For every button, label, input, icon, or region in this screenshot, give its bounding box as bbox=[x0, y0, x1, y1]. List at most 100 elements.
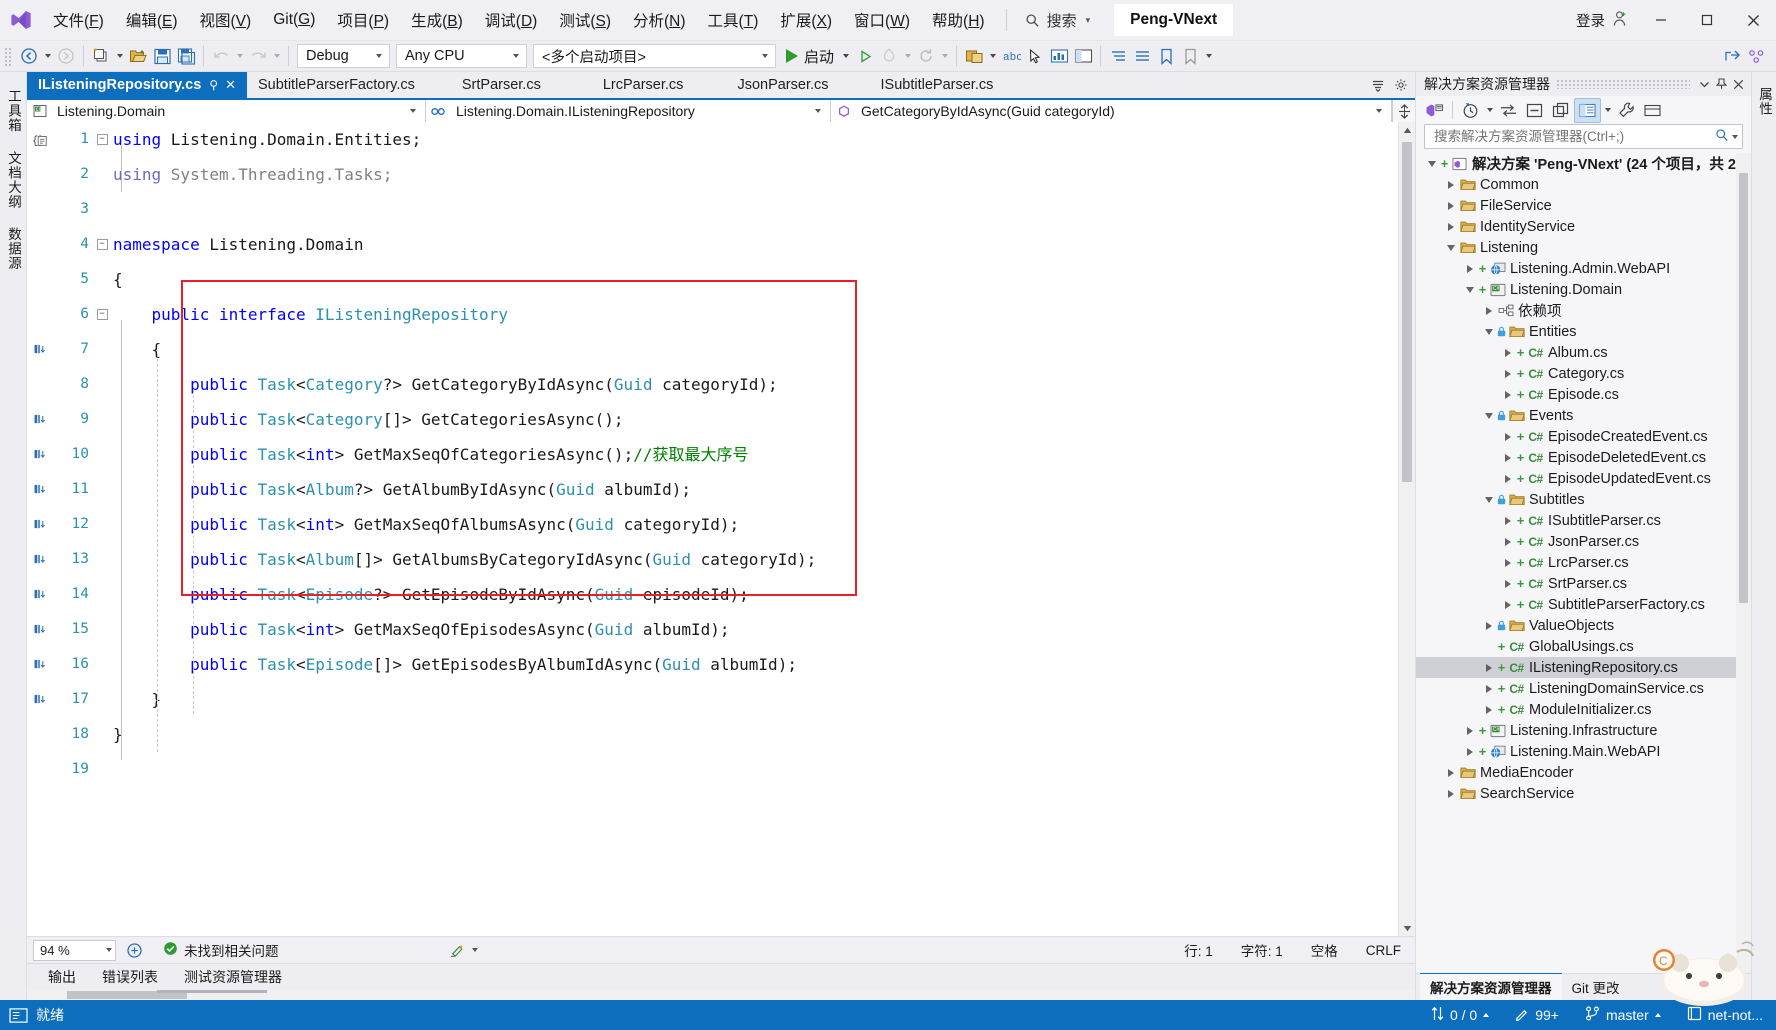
comment-button[interactable]: abc bbox=[999, 44, 1023, 68]
navbar-project-combo[interactable]: C# Listening.Domain bbox=[27, 100, 426, 122]
save-all-button[interactable] bbox=[174, 44, 198, 68]
bookmark-button[interactable] bbox=[1154, 44, 1178, 68]
solution-tree-node[interactable]: + C# EpisodeUpdatedEvent.cs bbox=[1416, 468, 1751, 489]
menu-item-analyze[interactable]: 分析(N) bbox=[622, 3, 697, 37]
preview-selected-items-icon[interactable] bbox=[1640, 99, 1665, 122]
tab-subtitleparserfactory[interactable]: SubtitleParserFactory.cs bbox=[247, 72, 426, 98]
solution-tree-node[interactable]: + C# EpisodeCreatedEvent.cs bbox=[1416, 426, 1751, 447]
chevron-down-icon[interactable] bbox=[1732, 134, 1738, 139]
tab-lrcparser[interactable]: LrcParser.cs bbox=[576, 72, 710, 98]
no-issues-status[interactable]: 未找到相关问题 bbox=[153, 940, 289, 960]
menu-item-extensions[interactable]: 扩展(X) bbox=[769, 3, 843, 37]
start-without-debugging-button[interactable] bbox=[853, 44, 877, 68]
undo-dropdown[interactable] bbox=[233, 44, 246, 68]
solution-tree-node[interactable]: + Listening.Admin.WebAPI bbox=[1416, 258, 1751, 279]
refresh-button[interactable] bbox=[914, 44, 938, 68]
panel-pin-icon[interactable] bbox=[1713, 74, 1730, 94]
chevron-expanded-icon[interactable] bbox=[1424, 160, 1440, 167]
menu-item-file[interactable]: 文件(F) bbox=[42, 3, 115, 37]
live-share-button[interactable] bbox=[1744, 44, 1768, 68]
panel-drag-handle[interactable] bbox=[1556, 79, 1690, 89]
solution-tree-node[interactable]: + C# Album.cs bbox=[1416, 342, 1751, 363]
tab-srtparser[interactable]: SrtParser.cs bbox=[425, 72, 577, 98]
properties-toggle-icon[interactable] bbox=[1574, 97, 1601, 123]
tab-git-changes[interactable]: Git 更改 bbox=[1562, 974, 1630, 1000]
solution-tree-node[interactable]: + C# ListeningDomainService.cs bbox=[1416, 678, 1751, 699]
menu-item-test[interactable]: 测试(S) bbox=[548, 3, 622, 37]
outlining-collapse-box[interactable]: − bbox=[95, 227, 109, 262]
window-layout-dropdown[interactable] bbox=[986, 44, 999, 68]
sign-in-button[interactable]: 登录 bbox=[1566, 4, 1638, 37]
chevron-expanded-icon[interactable] bbox=[1443, 244, 1459, 251]
save-button[interactable] bbox=[150, 44, 174, 68]
undo-button[interactable] bbox=[209, 44, 233, 68]
solution-tree-node[interactable]: + C# ModuleInitializer.cs bbox=[1416, 699, 1751, 720]
solution-search-input[interactable] bbox=[1432, 128, 1715, 145]
solution-home-icon[interactable] bbox=[1422, 99, 1447, 122]
hot-reload-button[interactable] bbox=[877, 44, 901, 68]
code-editor[interactable]: {} 12345678910111213141516171819 −−− bbox=[27, 122, 1415, 936]
bookmark-dropdown[interactable] bbox=[1202, 44, 1215, 68]
menu-item-build[interactable]: 生成(B) bbox=[400, 3, 474, 37]
solution-tree-node-selected[interactable]: + C# IListeningRepository.cs bbox=[1416, 657, 1751, 678]
chevron-collapsed-icon[interactable] bbox=[1500, 369, 1516, 378]
redo-dropdown[interactable] bbox=[270, 44, 283, 68]
menu-item-git[interactable]: Git(G) bbox=[262, 5, 326, 35]
chevron-collapsed-icon[interactable] bbox=[1500, 537, 1516, 546]
close-button[interactable] bbox=[1730, 0, 1776, 40]
pending-changes-dropdown[interactable] bbox=[1484, 99, 1495, 122]
navbar-member-combo[interactable]: GetCategoryByIdAsync(Guid categoryId) bbox=[831, 100, 1392, 122]
chevron-collapsed-icon[interactable] bbox=[1481, 705, 1497, 714]
chevron-expanded-icon[interactable] bbox=[1481, 328, 1497, 335]
menu-item-edit[interactable]: 编辑(E) bbox=[115, 3, 189, 37]
settings-gear-icon[interactable] bbox=[1391, 75, 1411, 95]
navigate-backward-button[interactable] bbox=[17, 44, 41, 68]
chevron-expanded-icon[interactable] bbox=[1481, 412, 1497, 419]
solution-tree-node[interactable]: SearchService bbox=[1416, 783, 1751, 804]
toolbox-vertical-tab[interactable]: 工具箱 bbox=[0, 80, 26, 142]
menu-item-tools[interactable]: 工具(T) bbox=[697, 3, 770, 37]
navigate-backward-dropdown[interactable] bbox=[41, 44, 54, 68]
chevron-collapsed-icon[interactable] bbox=[1500, 516, 1516, 525]
chevron-collapsed-icon[interactable] bbox=[1443, 789, 1459, 798]
properties-wrench-icon[interactable] bbox=[1614, 99, 1639, 122]
git-branch-cell[interactable]: master bbox=[1572, 1000, 1674, 1030]
window-layout-button[interactable] bbox=[962, 44, 986, 68]
pointer-select-icon[interactable] bbox=[1023, 44, 1047, 68]
tab-solution-explorer[interactable]: 解决方案资源管理器 bbox=[1420, 972, 1562, 1000]
glyph-margin[interactable]: {} bbox=[27, 122, 53, 936]
menu-item-project[interactable]: 项目(P) bbox=[326, 3, 400, 37]
solution-tree-node[interactable]: MediaEncoder bbox=[1416, 762, 1751, 783]
redo-button[interactable] bbox=[246, 44, 270, 68]
chevron-collapsed-icon[interactable] bbox=[1500, 432, 1516, 441]
bookmark-next-button[interactable] bbox=[1178, 44, 1202, 68]
chevron-collapsed-icon[interactable] bbox=[1443, 222, 1459, 231]
tab-isubtitleparser[interactable]: ISubtitleParser.cs bbox=[856, 72, 1018, 98]
share-button[interactable] bbox=[1720, 44, 1744, 68]
chevron-collapsed-icon[interactable] bbox=[1500, 579, 1516, 588]
chevron-expanded-icon[interactable] bbox=[1462, 286, 1478, 293]
list-view-2-button[interactable] bbox=[1130, 44, 1154, 68]
navbar-type-combo[interactable]: Listening.Domain.IListeningRepository bbox=[426, 100, 831, 122]
solution-tree-node[interactable]: FileService bbox=[1416, 195, 1751, 216]
chevron-expanded-icon[interactable] bbox=[1481, 496, 1497, 503]
solution-tree[interactable]: + 解决方案 'Peng-VNext' (24 个项目，共 2 Common File… bbox=[1416, 153, 1751, 973]
code-text-area[interactable]: using Listening.Domain.Entities; using Sy… bbox=[109, 122, 1398, 936]
minimize-button[interactable] bbox=[1638, 0, 1684, 40]
tab-output[interactable]: 输出 bbox=[35, 964, 89, 990]
solution-tree-node[interactable]: + C# SrtParser.cs bbox=[1416, 573, 1751, 594]
solution-tree-node[interactable]: Entities bbox=[1416, 321, 1751, 342]
chevron-collapsed-icon[interactable] bbox=[1462, 264, 1478, 273]
solution-tree-node[interactable]: + C# GlobalUsings.cs bbox=[1416, 636, 1751, 657]
solution-tree-node[interactable]: Events bbox=[1416, 405, 1751, 426]
chevron-collapsed-icon[interactable] bbox=[1443, 201, 1459, 210]
navigate-forward-button[interactable] bbox=[54, 44, 78, 68]
toolbar-grip[interactable] bbox=[4, 46, 13, 66]
open-file-button[interactable] bbox=[126, 44, 150, 68]
new-project-dropdown[interactable] bbox=[113, 44, 126, 68]
chevron-collapsed-icon[interactable] bbox=[1462, 726, 1478, 735]
source-control-changes[interactable]: 0 / 0 bbox=[1418, 1000, 1502, 1030]
tab-ilisteningrepository[interactable]: IListeningRepository.cs ⚲ ✕ bbox=[27, 72, 247, 98]
list-view-button[interactable] bbox=[1106, 44, 1130, 68]
properties-window-button[interactable] bbox=[1071, 44, 1095, 68]
